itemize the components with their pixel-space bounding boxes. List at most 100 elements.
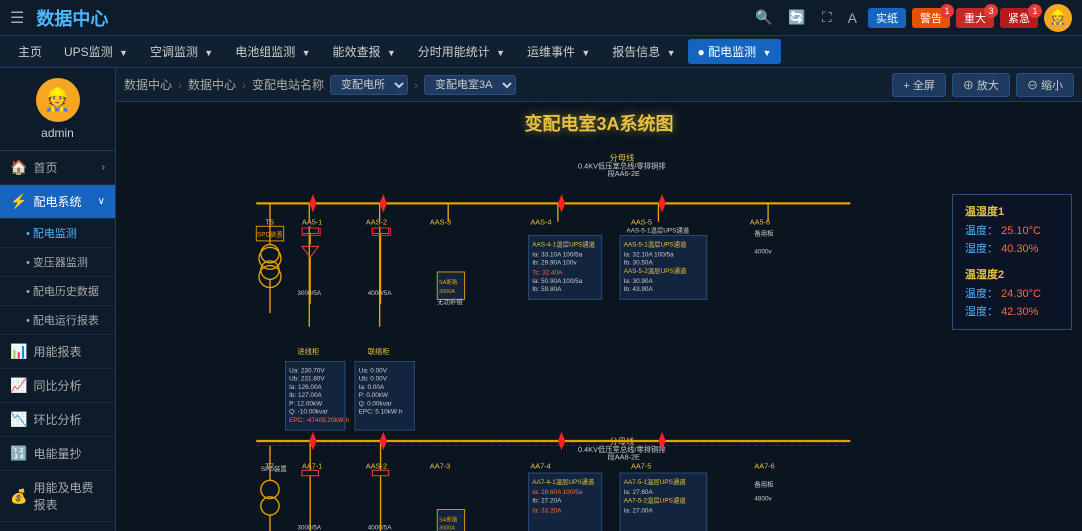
user-avatar[interactable]: 👷 — [1044, 4, 1072, 32]
svg-text:SPD装置: SPD装置 — [261, 464, 287, 473]
top-header: ☰ 数据中心 🔍 🔄 ⛶ A 实纸 警告 1 重大 3 紧急 1 👷 — [0, 0, 1082, 36]
svg-text:EPC: -47409.20kW·h: EPC: -47409.20kW·h — [289, 417, 350, 424]
sidebar-sub-history[interactable]: 配电历史数据 — [0, 277, 115, 306]
nav-item-energy[interactable]: 分时用能统计 ▼ — [408, 39, 515, 64]
svg-text:Ua: 230.70V: Ua: 230.70V — [289, 367, 325, 374]
warning-btn[interactable]: 警告 1 — [912, 8, 950, 28]
svg-text:Ib: 127.00A: Ib: 127.00A — [289, 392, 322, 399]
svg-text:SA断路: SA断路 — [439, 278, 458, 286]
svg-text:AAS-5-1温层UPS通道: AAS-5-1温层UPS通道 — [626, 226, 689, 235]
sidebar-item-meter[interactable]: 🔢 电能量抄 — [0, 437, 115, 471]
nav-item-ac[interactable]: 空调监测 ▼ — [140, 39, 223, 64]
sidebar-sub-report[interactable]: 配电运行报表 — [0, 306, 115, 335]
sidebar-label-power: 配电系统 — [33, 193, 81, 210]
hamburger-icon[interactable]: ☰ — [10, 8, 24, 28]
app-title: 数据中心 — [36, 5, 750, 31]
sidebar-sub-power-monitor[interactable]: 配电监测 — [0, 219, 115, 248]
svg-text:AAS-4: AAS-4 — [530, 217, 551, 226]
sidebar-item-cost[interactable]: 💰 用能及电费报表 — [0, 471, 115, 522]
sidebar-label-mom: 环比分析 — [33, 411, 81, 428]
font-icon-btn[interactable]: A — [843, 8, 862, 28]
svg-text:Ub: 231.80V: Ub: 231.80V — [289, 376, 325, 383]
sidebar-label-cost: 用能及电费报表 — [33, 479, 105, 513]
svg-text:AAS-2: AAS-2 — [366, 217, 387, 226]
svg-text:Ia: 27.00A: Ia: 27.00A — [624, 507, 654, 514]
temp-1-humid-value: 40.30% — [1001, 243, 1038, 255]
nav-item-battery[interactable]: 电池组监测 ▼ — [225, 39, 320, 64]
temp-section-2-title: 温湿度2 — [965, 266, 1059, 282]
warning-badge: 1 — [940, 4, 954, 18]
svg-text:AA7-5-1温层UPS通道: AA7-5-1温层UPS通道 — [624, 477, 687, 486]
breadcrumb-sep3: › — [414, 78, 418, 92]
breadcrumb-room-select[interactable]: 变配电室3A — [424, 75, 516, 95]
temp-1-humid-label: 湿度： — [965, 243, 998, 255]
svg-text:3000/5A: 3000/5A — [297, 290, 321, 297]
nav-item-ops[interactable]: 运维事件 ▼ — [517, 39, 600, 64]
sidebar-sub-transformer[interactable]: 变压器监测 — [0, 248, 115, 277]
svg-text:Ub: 0.00V: Ub: 0.00V — [359, 376, 388, 383]
zoom-out-btn[interactable]: ⊖ 缩小 — [1016, 73, 1074, 97]
live-btn[interactable]: 实纸 — [868, 8, 906, 28]
nav-item-power[interactable]: ● 配电监测 ▼ — [688, 39, 782, 64]
zoom-in-btn[interactable]: ⊕ 放大 — [952, 73, 1010, 97]
search-icon-btn[interactable]: 🔍 — [750, 7, 777, 28]
fullscreen-btn[interactable]: + 全屏 — [892, 73, 945, 97]
nav-item-reports[interactable]: 报告信息 ▼ — [602, 39, 685, 64]
sidebar-label-energy-report: 用能报表 — [33, 343, 81, 360]
content-area: 数据中心 › 数据中心 › 变配电站名称 变配电所 › 变配电室3A + 全屏 … — [116, 68, 1082, 531]
svg-text:AA5-1: AA5-1 — [302, 217, 322, 226]
svg-text:AAS-4-1温层UPS通道: AAS-4-1温层UPS通道 — [532, 239, 595, 248]
svg-text:Ia: 33.10A 100/5a: Ia: 33.10A 100/5a — [532, 251, 582, 258]
svg-text:Ia: 33.20A: Ia: 33.20A — [532, 507, 562, 514]
svg-text:P: 12.00kW: P: 12.00kW — [289, 400, 322, 407]
power-icon: ⚡ — [10, 193, 27, 210]
sidebar-item-harmonic[interactable]: 〰 谐波分析 — [0, 522, 115, 531]
svg-text:Q: 0.00kvar: Q: 0.00kvar — [359, 400, 393, 407]
meter-icon: 🔢 — [10, 445, 27, 462]
svg-text:AA7-4: AA7-4 — [530, 461, 550, 470]
electrical-diagram-svg: 分母线 0.4KV低压室总线/零排铜排 段AA6-2E T5 SPD装置 AA5… — [116, 144, 1082, 531]
svg-text:3000/5A: 3000/5A — [297, 525, 321, 531]
svg-text:Ib: 29.90A 100v: Ib: 29.90A 100v — [532, 260, 577, 267]
nav-item-ups[interactable]: UPS监测 ▼ — [54, 39, 138, 64]
breadcrumb-station-select[interactable]: 变配电所 — [330, 75, 408, 95]
svg-text:Ib: 59.80A: Ib: 59.80A — [532, 286, 562, 293]
top-right-actions: 🔍 🔄 ⛶ A 实纸 警告 1 重大 3 紧急 1 👷 — [750, 4, 1072, 32]
temp-1-temp-row: 温度： 25.10°C — [965, 223, 1059, 241]
nav-item-home[interactable]: 主页 — [8, 39, 52, 64]
svg-text:Ib: 43.90A: Ib: 43.90A — [624, 286, 654, 293]
svg-text:段AA6-2E: 段AA6-2E — [607, 169, 640, 178]
temp-1-label: 温度： — [965, 225, 998, 237]
svg-text:无功补偿: 无功补偿 — [437, 297, 463, 306]
sidebar-item-power-system[interactable]: ⚡ 配电系统 ∨ — [0, 185, 115, 219]
breadcrumb-sep2: › — [242, 78, 246, 92]
major-btn[interactable]: 重大 3 — [956, 8, 994, 28]
svg-text:备用柜: 备用柜 — [754, 480, 774, 489]
svg-text:Q: -10.00kvar: Q: -10.00kvar — [289, 409, 328, 416]
temp-1-humid-row: 湿度： 40.30% — [965, 241, 1059, 259]
refresh-icon-btn[interactable]: 🔄 — [783, 7, 810, 28]
svg-text:AAS-5-1温层UPS通道: AAS-5-1温层UPS通道 — [624, 239, 687, 248]
sidebar-item-home[interactable]: 🏠 首页 › — [0, 151, 115, 185]
svg-text:AAS-2: AAS-2 — [366, 461, 387, 470]
nav-item-efficiency[interactable]: 能效查报 ▼ — [322, 39, 405, 64]
svg-text:Ia: 0.00A: Ia: 0.00A — [359, 384, 385, 391]
sidebar-item-energy-report[interactable]: 📊 用能报表 — [0, 335, 115, 369]
svg-text:联络柜: 联络柜 — [368, 347, 390, 356]
svg-text:Ia: 32.10A 100/5a: Ia: 32.10A 100/5a — [624, 251, 674, 258]
temp-2-humid-row: 湿度： 42.30% — [965, 304, 1059, 322]
critical-btn[interactable]: 紧急 1 — [1000, 8, 1038, 28]
sidebar-item-mom[interactable]: 📉 环比分析 — [0, 403, 115, 437]
svg-text:AAS-5-2温层UPS通道: AAS-5-2温层UPS通道 — [624, 266, 687, 275]
svg-text:4000v: 4000v — [754, 249, 772, 256]
fullscreen-icon-btn[interactable]: ⛶ — [817, 7, 837, 28]
mom-icon: 📉 — [10, 411, 27, 428]
sidebar-item-yoy[interactable]: 📈 同比分析 — [0, 369, 115, 403]
svg-text:AA7-6: AA7-6 — [754, 461, 774, 470]
sidebar-label-home: 首页 — [33, 159, 57, 176]
critical-label: 紧急 — [1008, 13, 1030, 25]
temp-2-label: 温度： — [965, 288, 998, 300]
svg-text:EPC: 5.10kW·h: EPC: 5.10kW·h — [359, 409, 403, 416]
svg-text:Ia: 28.60A 100/5a: Ia: 28.60A 100/5a — [532, 489, 582, 496]
temp-2-humid-value: 42.30% — [1001, 306, 1038, 318]
